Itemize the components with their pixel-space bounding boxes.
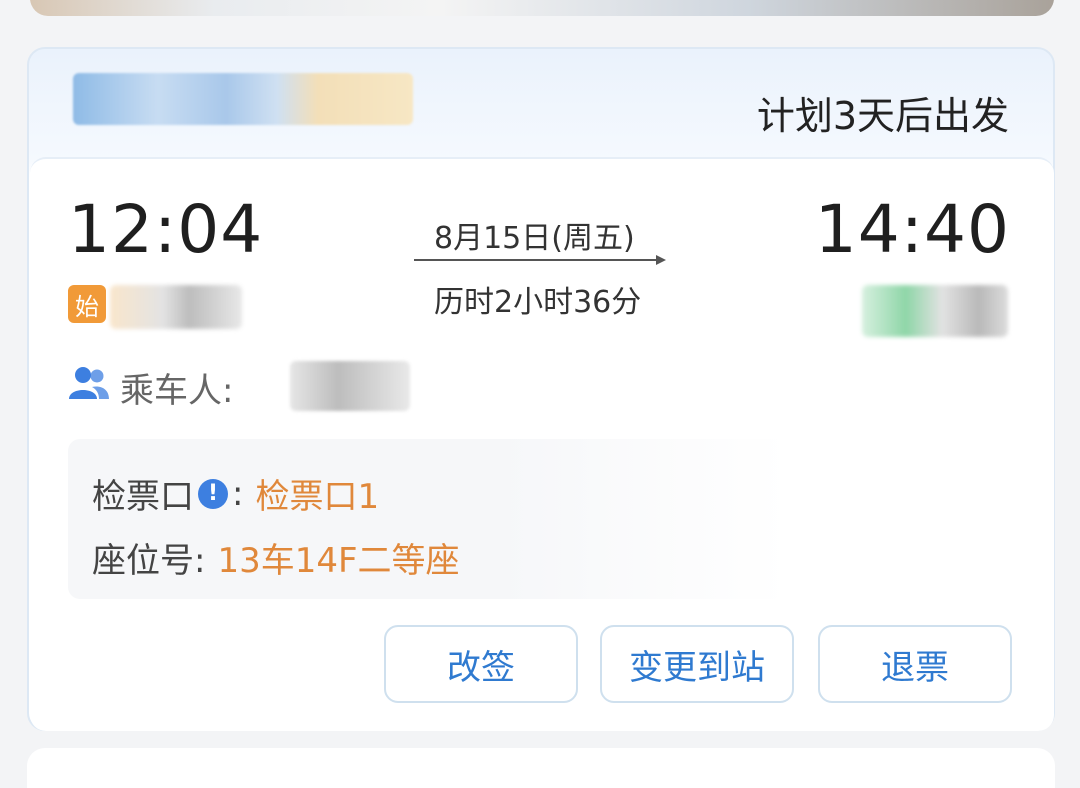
train-number-redacted — [73, 73, 413, 125]
refund-button[interactable]: 退票 — [818, 625, 1012, 703]
next-card — [27, 748, 1055, 788]
seat-row: 座位号: 13车14F二等座 — [92, 533, 460, 582]
departure-plan-text: 计划3天后出发 — [756, 94, 1009, 138]
passenger-label: 乘车人: — [120, 371, 234, 411]
departure-time: 12:04 — [68, 191, 264, 268]
origin-station-badge: 始 — [68, 285, 106, 323]
passengers-icon — [69, 367, 109, 399]
change-ticket-button[interactable]: 改签 — [384, 625, 578, 703]
gate-value: 检票口1 — [255, 477, 380, 517]
arrival-time: 14:40 — [814, 191, 1010, 268]
ticket-card[interactable]: 计划3天后出发 12:04 8月15日(周五) 历时2小时36分 14:40 始… — [27, 47, 1055, 731]
change-destination-button[interactable]: 变更到站 — [600, 625, 794, 703]
info-icon[interactable]: ! — [198, 478, 228, 509]
arrival-station-redacted — [862, 285, 1008, 337]
gate-row: 检票口 ! : 检票口1 — [92, 469, 379, 518]
route-arrow-line — [414, 259, 664, 261]
gate-colon: : — [232, 473, 244, 514]
departure-station-redacted — [110, 285, 242, 329]
arrow-right-icon — [656, 255, 666, 265]
seat-label: 座位号: — [92, 541, 206, 581]
travel-date: 8月15日(周五) — [434, 221, 635, 256]
ticket-detail-panel: 12:04 8月15日(周五) 历时2小时36分 14:40 始 乘车人: 检票… — [30, 157, 1054, 731]
gate-label: 检票口 — [92, 477, 194, 517]
passenger-name-redacted — [290, 361, 410, 411]
travel-duration: 历时2小时36分 — [434, 285, 642, 320]
ticket-info-box: 检票口 ! : 检票口1 座位号: 13车14F二等座 — [68, 439, 788, 599]
top-banner-image — [30, 0, 1054, 16]
seat-value: 13车14F二等座 — [217, 541, 460, 581]
